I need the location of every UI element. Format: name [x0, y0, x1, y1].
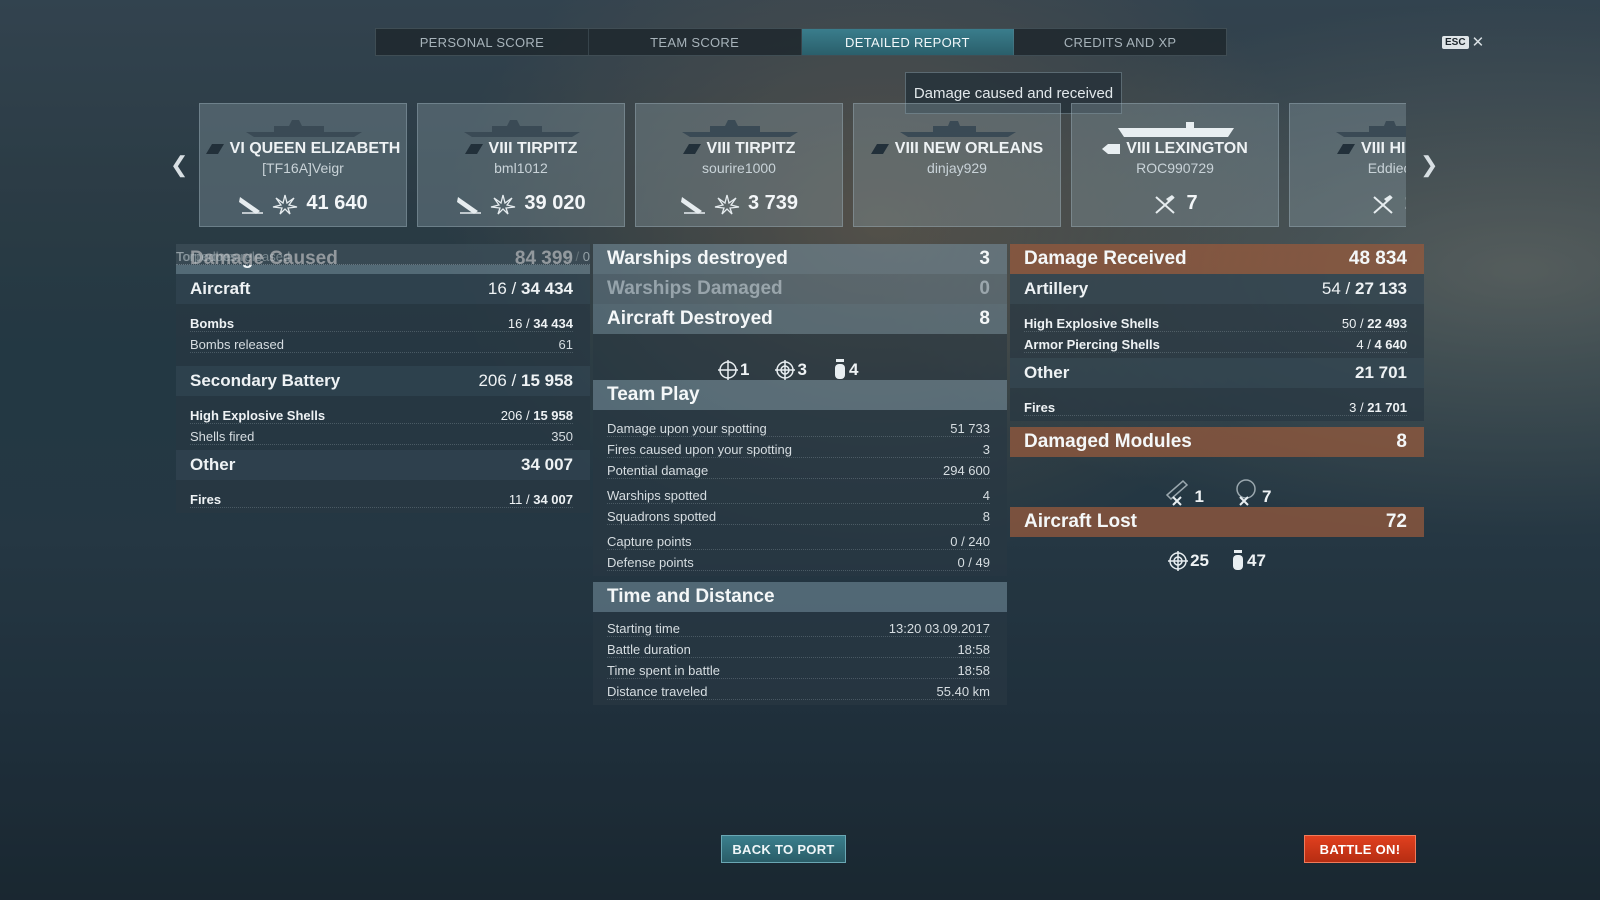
- torpedoes-released-row: Torpedoes released 0: [176, 244, 590, 265]
- damage-received-header: Damage Received 48 834: [1010, 244, 1424, 274]
- aircraft-subheader: Aircraft 16 / 34 434: [176, 274, 590, 304]
- battleship-silhouette-icon: [464, 120, 580, 137]
- bomber-icon: [1233, 550, 1243, 570]
- carrier-silhouette-icon: [1118, 122, 1234, 137]
- cruiser-silhouette-icon: [1336, 121, 1406, 137]
- player-name: dinjay929: [927, 160, 987, 176]
- ship-name: VI QUEEN ELIZABETH: [229, 140, 401, 157]
- cruiser-silhouette-icon: [900, 121, 1016, 137]
- damage-value: 41 640: [306, 192, 368, 214]
- player-name: ROC990729: [1136, 160, 1214, 176]
- player-name: Eddiech: [1367, 160, 1406, 176]
- team-play-row: Damage upon your spotting 51 733: [607, 416, 990, 437]
- damaged-gun-module-icon: [1165, 479, 1188, 506]
- damage-burst-icon: [491, 194, 516, 214]
- damage-caused-panel: Damage Caused 84 399 Aircraft 16 / 34 434 …: [176, 244, 590, 513]
- fires-received-row: Fires 3 / 21 701: [1024, 395, 1407, 416]
- other-subheader: Other 34 007: [176, 450, 590, 480]
- close-icon: ✕: [1471, 34, 1485, 51]
- torpedo-bomber-icon: [1168, 551, 1189, 571]
- ship-card[interactable]: VIII HIPPER Eddiech 1: [1289, 103, 1406, 227]
- sunk-ship-icon: [239, 196, 264, 214]
- cruiser-class-icon: [870, 143, 889, 154]
- player-name: sourire1000: [702, 160, 776, 176]
- battleship-class-icon: [205, 143, 224, 154]
- team-play-row: Defense points 0 / 49: [607, 550, 990, 571]
- ship-name: VIII HIPPER: [1360, 140, 1406, 157]
- battleship-class-icon: [464, 143, 483, 154]
- he-shells-row: High Explosive Shells 206 / 15 958: [190, 403, 573, 424]
- battleship-silhouette-icon: [682, 120, 798, 137]
- ship-name: VIII TIRPITZ: [706, 140, 796, 157]
- tab-detailed-report[interactable]: DETAILED REPORT: [801, 29, 1015, 55]
- report-tabs: PERSONAL SCORE TEAM SCORE DETAILED REPOR…: [375, 28, 1227, 56]
- ship-name: VIII LEXINGTON: [1126, 140, 1248, 157]
- ship-name: VIII TIRPITZ: [488, 140, 578, 157]
- player-name: bml1012: [494, 160, 548, 176]
- damaged-modules-header: Damaged Modules 8: [1010, 427, 1424, 457]
- time-row: Time spent in battle 18:58: [607, 658, 990, 679]
- battleship-silhouette-icon: [246, 120, 362, 137]
- planes-value: 7: [1186, 192, 1198, 214]
- tab-team-score[interactable]: TEAM SCORE: [589, 29, 802, 55]
- torpedo-bomber-icon: [775, 360, 796, 380]
- chevron-right-icon[interactable]: ❯: [1420, 152, 1438, 178]
- other-received-subheader: Other 21 701: [1010, 358, 1424, 388]
- ship-card[interactable]: VIII NEW ORLEANS dinjay929: [853, 103, 1061, 227]
- battleship-class-icon: [682, 143, 701, 154]
- damage-value: 3 739: [747, 192, 799, 214]
- battle-button[interactable]: BATTLE ON!: [1304, 835, 1416, 863]
- team-play-header: Team Play: [593, 380, 1007, 410]
- aircraft-lost-header: Aircraft Lost 72: [1010, 507, 1424, 537]
- damage-burst-icon: [273, 194, 298, 214]
- esc-key-label: ESC: [1442, 35, 1469, 49]
- time-distance-header: Time and Distance: [593, 582, 1007, 612]
- damaged-aa-module-icon: [1236, 479, 1256, 506]
- tab-personal-score[interactable]: PERSONAL SCORE: [376, 29, 589, 55]
- ap-shells-received-row: Armor Piercing Shells 4 / 4 640: [1024, 332, 1407, 353]
- time-row: Starting time 13:20 03.09.2017: [607, 616, 990, 637]
- close-button[interactable]: ESC ✕: [1442, 33, 1484, 51]
- ship-card[interactable]: VIII LEXINGTON ROC990729 7: [1071, 103, 1279, 227]
- chevron-left-icon[interactable]: ❮: [170, 152, 188, 178]
- damage-received-panel: Damage Received 48 834 Artillery 54 / 27 1…: [1010, 244, 1424, 571]
- team-play-row: Potential damage 294 600: [607, 458, 990, 479]
- damage-burst-icon: [714, 194, 740, 214]
- ship-card[interactable]: VI QUEEN ELIZABETH [TF16A]Veigr 41 640: [199, 103, 407, 227]
- shells-fired-row: Shells fired 350: [190, 424, 573, 445]
- bomber-icon: [834, 359, 845, 379]
- player-name: [TF16A]Veigr: [262, 160, 344, 176]
- sunk-ship-icon: [457, 196, 482, 214]
- ship-cards-strip: VI QUEEN ELIZABETH [TF16A]Veigr 41 640 V…: [199, 103, 1406, 227]
- artillery-subheader: Artillery 54 / 27 133: [1010, 274, 1424, 304]
- tab-credits-and-xp[interactable]: CREDITS AND XP: [1014, 29, 1226, 55]
- damage-value: 39 020: [524, 192, 586, 214]
- planes-value: 1: [1404, 192, 1406, 215]
- sunk-ship-icon: [680, 196, 705, 214]
- time-row: Distance traveled 55.40 km: [607, 679, 990, 700]
- team-play-row: Fires caused upon your spotting 3: [607, 437, 990, 458]
- ship-name: VIII NEW ORLEANS: [894, 140, 1044, 157]
- bombs-released-row: Bombs released 61: [190, 332, 573, 353]
- planes-shot-down-icon: [1155, 194, 1176, 214]
- back-to-port-button[interactable]: BACK TO PORT: [721, 835, 846, 863]
- bombs-row: Bombs 16 / 34 434: [190, 311, 573, 332]
- time-row: Battle duration 18:58: [607, 637, 990, 658]
- team-play-row: Capture points 0 / 240: [607, 529, 990, 550]
- carrier-class-icon: [1102, 143, 1121, 154]
- warships-damaged-header: Warships Damaged 0: [593, 274, 1007, 304]
- fighter-icon: [718, 360, 738, 380]
- team-play-row: Squadrons spotted 8: [607, 504, 990, 525]
- team-play-row: Warships spotted 4: [607, 483, 990, 504]
- planes-shot-down-icon: [1373, 194, 1394, 214]
- fires-row: Fires 11 / 34 007: [190, 487, 573, 508]
- secondary-battery-subheader: Secondary Battery 206 / 15 958: [176, 366, 590, 396]
- ship-card[interactable]: VIII TIRPITZ sourire1000 3 739: [635, 103, 843, 227]
- warships-destroyed-header: Warships destroyed 3: [593, 244, 1007, 274]
- cruiser-class-icon: [1336, 143, 1355, 154]
- he-shells-received-row: High Explosive Shells 50 / 22 493: [1024, 311, 1407, 332]
- ship-card[interactable]: VIII TIRPITZ bml1012 39 020: [417, 103, 625, 227]
- aircraft-destroyed-header: Aircraft Destroyed 8: [593, 304, 1007, 334]
- team-play-panel: Warships destroyed 3 Warships Damaged 0 Ai…: [593, 244, 1007, 705]
